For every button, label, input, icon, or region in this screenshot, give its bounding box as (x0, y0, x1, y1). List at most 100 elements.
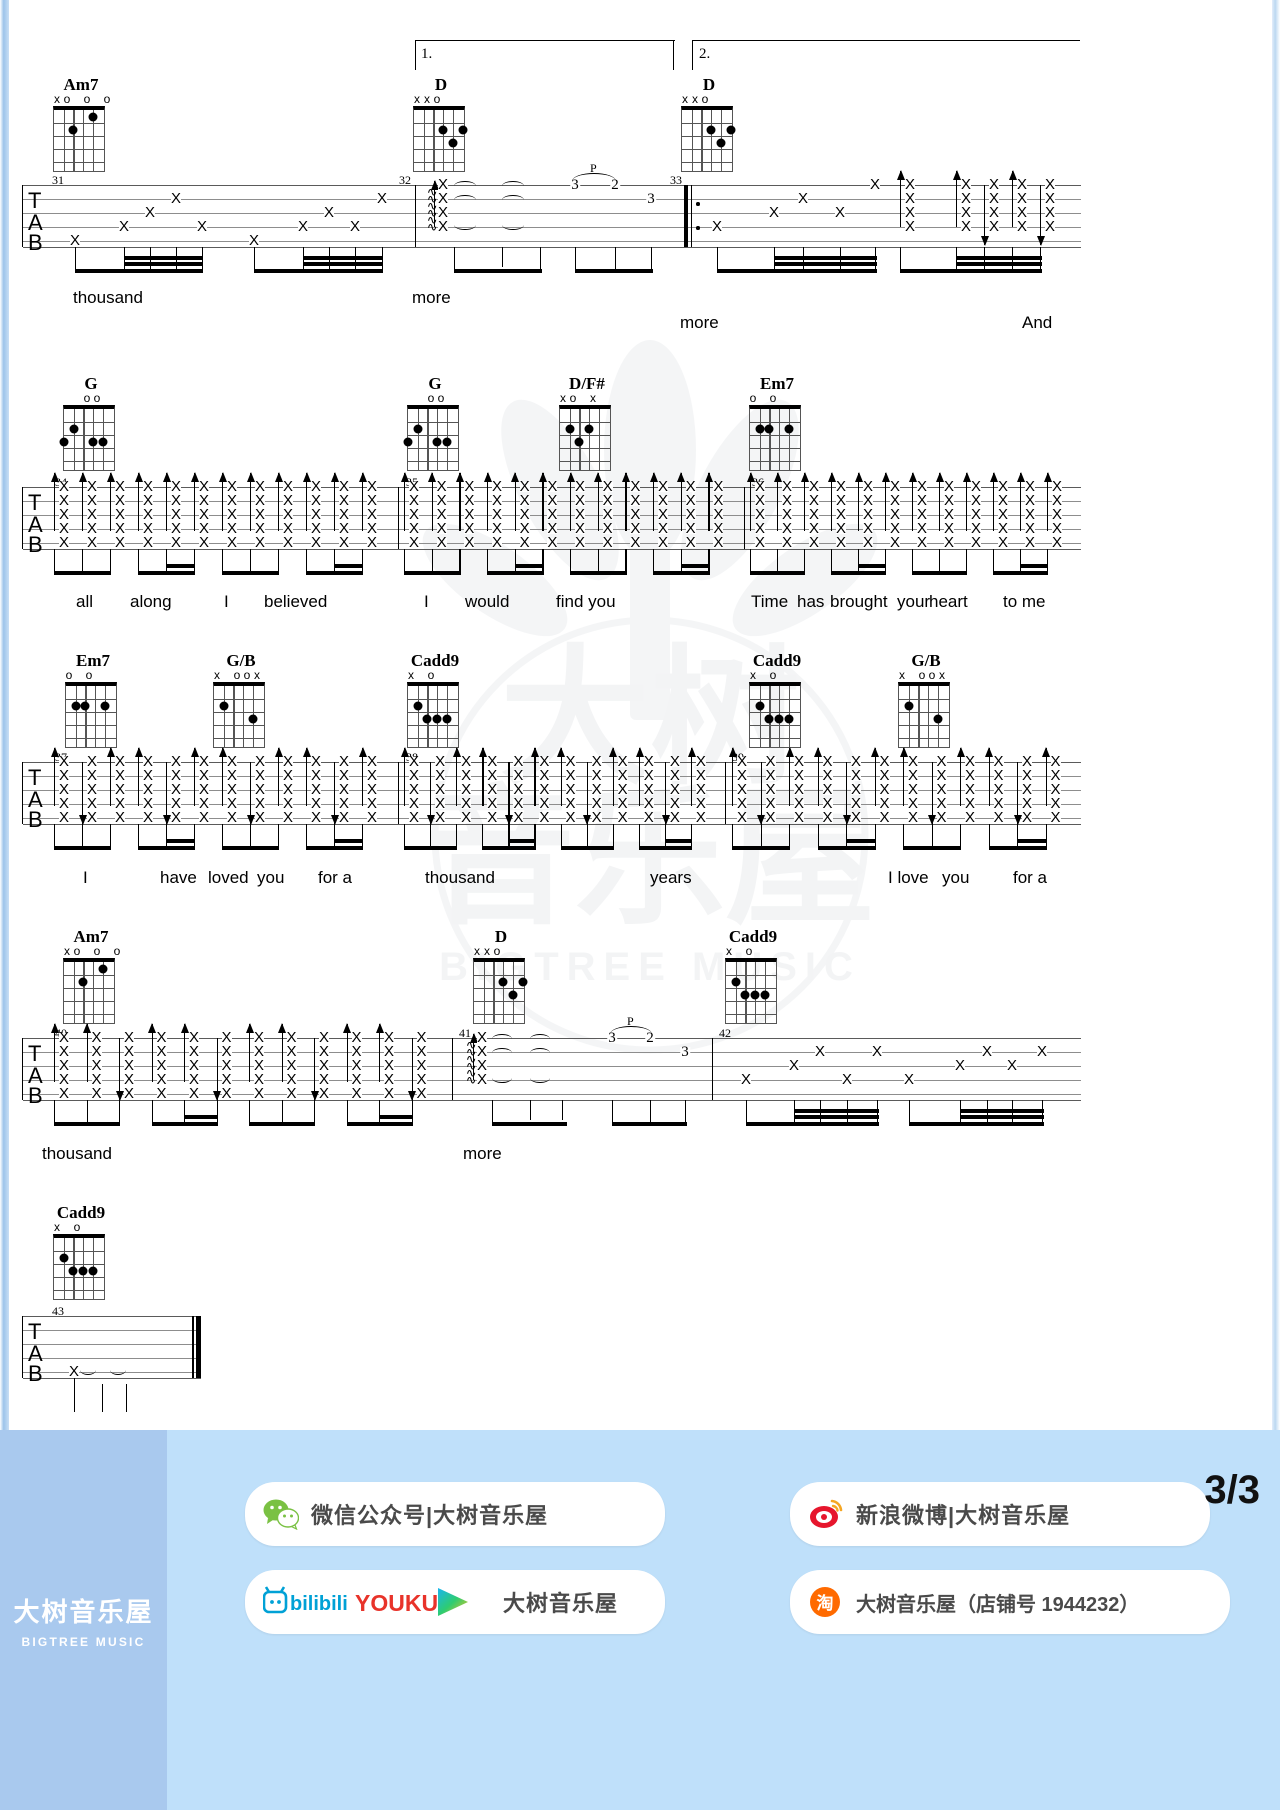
tab-x: X (461, 781, 472, 798)
strum-up-arrow (538, 472, 549, 531)
tab-x: X (850, 781, 862, 798)
tie (502, 181, 524, 186)
tab-x: X (142, 753, 154, 770)
tab-x: X (869, 176, 881, 193)
footer-item-wechat[interactable]: 微信公众号|大树音乐屋 (245, 1482, 665, 1546)
chord-grid (59, 405, 115, 471)
strum-up-arrow (189, 747, 201, 806)
tab-x: X (437, 176, 449, 193)
tab-x: X (669, 781, 680, 798)
tab-x: X (547, 520, 558, 537)
lyric-word: I (224, 592, 229, 611)
tab-x: X (964, 753, 976, 770)
tab-x: X (91, 1071, 102, 1088)
tab-x: X (657, 520, 669, 537)
tab-x: X (754, 506, 766, 523)
footer-label-wechat: 微信公众号|大树音乐屋 (311, 1503, 549, 1528)
chord-grid (473, 958, 527, 1024)
tab-x: X (86, 478, 98, 495)
system-1: T A B 31 32 33 X X X X X X X X X X ∿ ∿ ∿… (22, 161, 1082, 295)
tab-x: X (565, 781, 576, 798)
tab-x: X (114, 506, 126, 523)
tab-x: X (657, 478, 669, 495)
tab-x: X (539, 753, 550, 770)
tab-x: X (248, 232, 260, 249)
footer-item-weibo[interactable]: 新浪微博|大树音乐屋 (790, 1482, 1210, 1546)
tab-x: X (1044, 204, 1056, 221)
measure-number-32: 32 (399, 173, 411, 187)
tab-x: X (736, 809, 748, 826)
tab-x: X (408, 753, 420, 770)
tab-x: X (970, 534, 982, 551)
tab-x: X (142, 506, 154, 523)
chord-open-mute-markers: oo (427, 391, 445, 405)
tab-x: X (997, 520, 1009, 537)
tab-x: X (808, 492, 820, 509)
strum-up-arrow (452, 747, 463, 806)
strum-up-arrow (357, 472, 369, 531)
tie (454, 181, 476, 186)
tab-clef-t: T (28, 188, 42, 213)
tab-x: X (114, 809, 126, 826)
tab-staff: T A B (22, 1316, 201, 1385)
strum-up-arrow (82, 1023, 93, 1082)
strum-up-arrow (429, 180, 441, 227)
tab-x: X (519, 492, 530, 509)
tab-x: X (960, 176, 972, 193)
chord-grid (65, 682, 117, 748)
tab-x: X (198, 753, 210, 770)
tab-x: X (602, 520, 613, 537)
chord-diagram-g-1: G oo (59, 375, 122, 471)
strum-up-arrow (399, 747, 411, 806)
strum-up-arrow (342, 1023, 353, 1082)
chord-grid (413, 106, 467, 172)
repeat-barline (684, 185, 702, 247)
tab-x: X (91, 1085, 102, 1102)
lyric-word: find you (556, 592, 616, 611)
tab-x: X (765, 767, 776, 784)
lyric-word: I (424, 592, 429, 611)
chord-open-mute-markers: xxo (474, 944, 501, 958)
footer-item-taobao[interactable]: 淘 大树音乐屋（店铺号 1944232） (790, 1570, 1230, 1634)
tab-x: X (943, 492, 955, 509)
tab-x: X (58, 534, 70, 551)
footer-item-video[interactable]: bilibili YOUKU 大树音乐屋 (245, 1570, 665, 1634)
tab-x: X (685, 492, 696, 509)
tab-x: X (170, 478, 182, 495)
chord-name: D (494, 927, 508, 946)
tab-x: X (487, 809, 498, 826)
chord-diagram-cadd9-2: Cadd9 xo (746, 652, 808, 748)
chord-name: Cadd9 (728, 927, 778, 946)
tab-clef-t: T (28, 765, 42, 790)
tab-x: X (351, 1085, 362, 1102)
tab-x: X (437, 204, 449, 221)
bilibili-youku-icon: bilibili YOUKU (263, 1586, 493, 1618)
strum-down-arrow (329, 762, 341, 825)
tab-x: X (435, 781, 446, 798)
tab-x: X (907, 795, 919, 812)
strum-down-arrow (77, 762, 89, 825)
tab-x: X (487, 753, 498, 770)
ending-1-label: 1. (421, 46, 433, 62)
tab-x: X (808, 534, 820, 551)
tab-x: X (1021, 809, 1033, 826)
tab-x: X (822, 809, 833, 826)
strum-up-arrow (676, 472, 687, 531)
chord-diagram-cadd9-1: Cadd9 xo (404, 652, 466, 748)
footer-label-video: 大树音乐屋 (503, 1591, 619, 1616)
fret-number: 2 (645, 1030, 655, 1046)
chord-diagram-em7-2: Em7 oo (62, 652, 124, 748)
tab-x: X (282, 753, 294, 770)
strum-up-arrow (895, 170, 907, 227)
tab-x: X (366, 492, 378, 509)
strum-up-arrow (799, 472, 811, 531)
tab-x: X (643, 767, 654, 784)
tab-x: X (226, 809, 238, 826)
footer-label-weibo: 新浪微博|大树音乐屋 (856, 1503, 1071, 1528)
brand-name-cn: 大树音乐屋 (13, 1596, 154, 1627)
tab-x: X (188, 1071, 200, 1088)
measure-number-43: 43 (52, 1304, 64, 1318)
tab-x: X (123, 1071, 135, 1088)
tab-x: X (781, 534, 793, 551)
lyric-word: have (160, 868, 197, 887)
